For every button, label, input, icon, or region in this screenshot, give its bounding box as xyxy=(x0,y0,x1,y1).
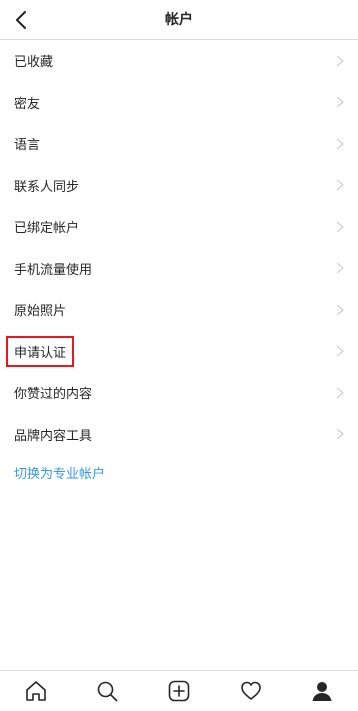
menu-item-label: 已收藏 xyxy=(14,55,54,71)
menu-item-label: 语言 xyxy=(14,138,41,154)
chevron-right-icon xyxy=(336,345,344,357)
page-title: 帐户 xyxy=(165,12,193,28)
menu-item-contacts-sync[interactable]: 联系人同步 xyxy=(0,165,358,207)
home-icon xyxy=(25,681,46,701)
tab-search[interactable] xyxy=(87,671,127,711)
chevron-right-icon xyxy=(336,304,344,316)
settings-menu: 已收藏 密友 语言 联系人同步 已绑定帐户 手机流量使用 原始照片 申请认证 你… xyxy=(0,40,358,455)
menu-item-label: 联系人同步 xyxy=(14,179,80,195)
chevron-right-icon xyxy=(336,96,344,108)
search-icon xyxy=(98,681,118,702)
menu-item-original-photos[interactable]: 原始照片 xyxy=(0,289,358,331)
back-button[interactable] xyxy=(6,5,36,35)
chevron-right-icon xyxy=(336,387,344,399)
menu-item-label: 已绑定帐户 xyxy=(14,221,80,237)
menu-item-label: 手机流量使用 xyxy=(14,262,93,278)
chevron-right-icon xyxy=(336,179,344,191)
menu-item-branded-content-tools[interactable]: 品牌内容工具 xyxy=(0,414,358,456)
chevron-left-icon xyxy=(16,11,26,29)
tab-new-post[interactable] xyxy=(159,671,199,711)
switch-to-professional-link[interactable]: 切换为专业帐户 xyxy=(14,463,105,482)
menu-item-language[interactable]: 语言 xyxy=(0,123,358,165)
menu-item-linked-accounts[interactable]: 已绑定帐户 xyxy=(0,206,358,248)
top-bar: 帐户 xyxy=(0,0,358,40)
chevron-right-icon xyxy=(336,221,344,233)
chevron-right-icon xyxy=(336,428,344,440)
menu-item-posts-you-liked[interactable]: 你赞过的内容 xyxy=(0,372,358,414)
profile-icon xyxy=(312,682,332,701)
heart-icon xyxy=(240,681,261,700)
menu-item-saved[interactable]: 已收藏 xyxy=(0,40,358,82)
menu-item-label: 品牌内容工具 xyxy=(14,428,93,444)
chevron-right-icon xyxy=(336,55,344,67)
chevron-right-icon xyxy=(336,138,344,150)
bottom-tab-bar xyxy=(0,670,358,711)
menu-item-cellular-data[interactable]: 手机流量使用 xyxy=(0,248,358,290)
menu-item-label: 你赞过的内容 xyxy=(14,387,93,403)
menu-item-request-verification[interactable]: 申请认证 xyxy=(0,331,358,373)
tab-home[interactable] xyxy=(16,671,56,711)
chevron-right-icon xyxy=(336,262,344,274)
menu-item-close-friends[interactable]: 密友 xyxy=(0,82,358,124)
menu-item-label: 密友 xyxy=(14,96,41,112)
add-post-icon xyxy=(168,680,190,702)
tab-profile[interactable] xyxy=(302,671,342,711)
menu-item-label: 申请认证 xyxy=(5,335,75,367)
tab-activity[interactable] xyxy=(231,671,271,711)
menu-item-label: 原始照片 xyxy=(14,304,67,320)
